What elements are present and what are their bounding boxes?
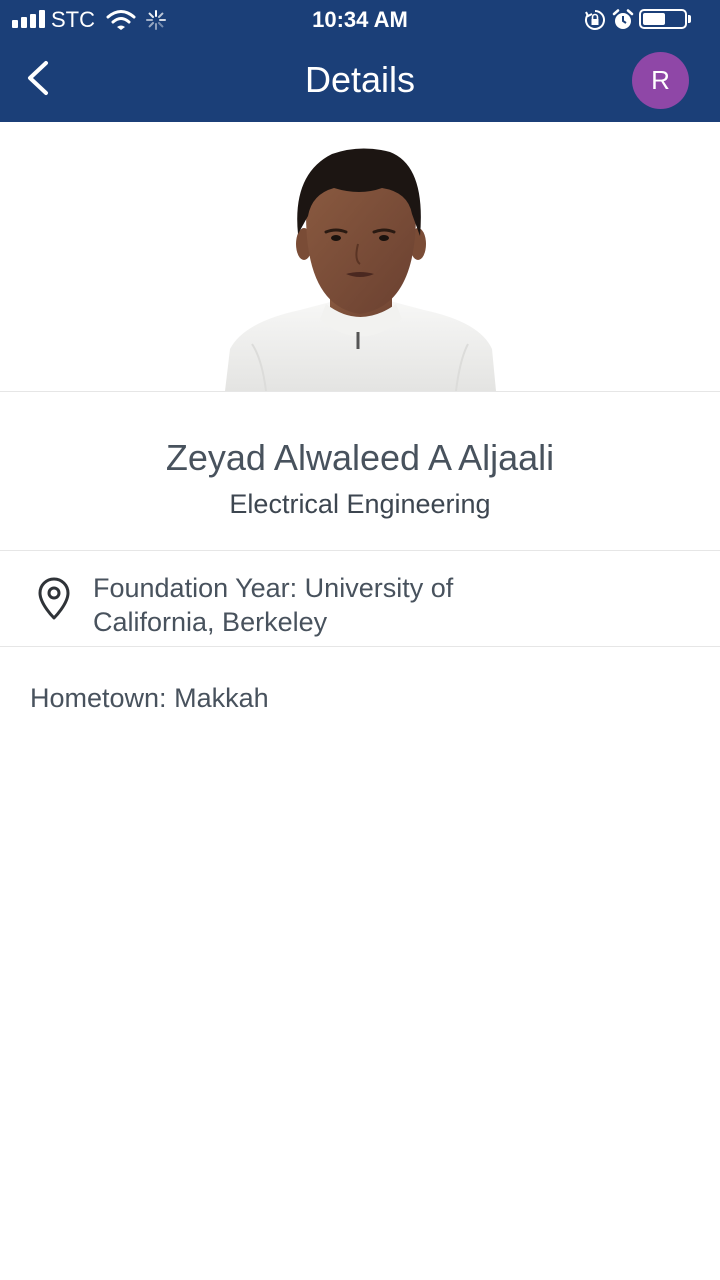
hometown-row: Hometown: Makkah [30, 681, 269, 715]
location-divider [0, 646, 720, 647]
photo-divider [0, 391, 720, 392]
student-name: Zeyad Alwaleed A Aljaali [165, 437, 555, 478]
location-pin-icon [38, 577, 70, 620]
battery-tip [688, 15, 691, 23]
student-major: Electrical Engineering [229, 489, 491, 519]
battery-icon [639, 9, 687, 29]
hometown-label: Hometown: [30, 683, 167, 713]
status-bar: STC 10:34 AM [0, 0, 720, 40]
name-divider [0, 550, 720, 551]
hometown-value: Makkah [174, 683, 269, 713]
avatar[interactable]: R [632, 52, 689, 109]
page-title: Details [304, 59, 416, 100]
profile-photo [225, 148, 496, 391]
app-header: STC 10:34 AM Details R [0, 0, 720, 122]
foundation-year-text: Foundation Year: University of Californi… [93, 573, 454, 637]
alarm-icon [612, 9, 634, 29]
rotation-lock-icon [585, 10, 605, 30]
status-icons [584, 7, 710, 33]
